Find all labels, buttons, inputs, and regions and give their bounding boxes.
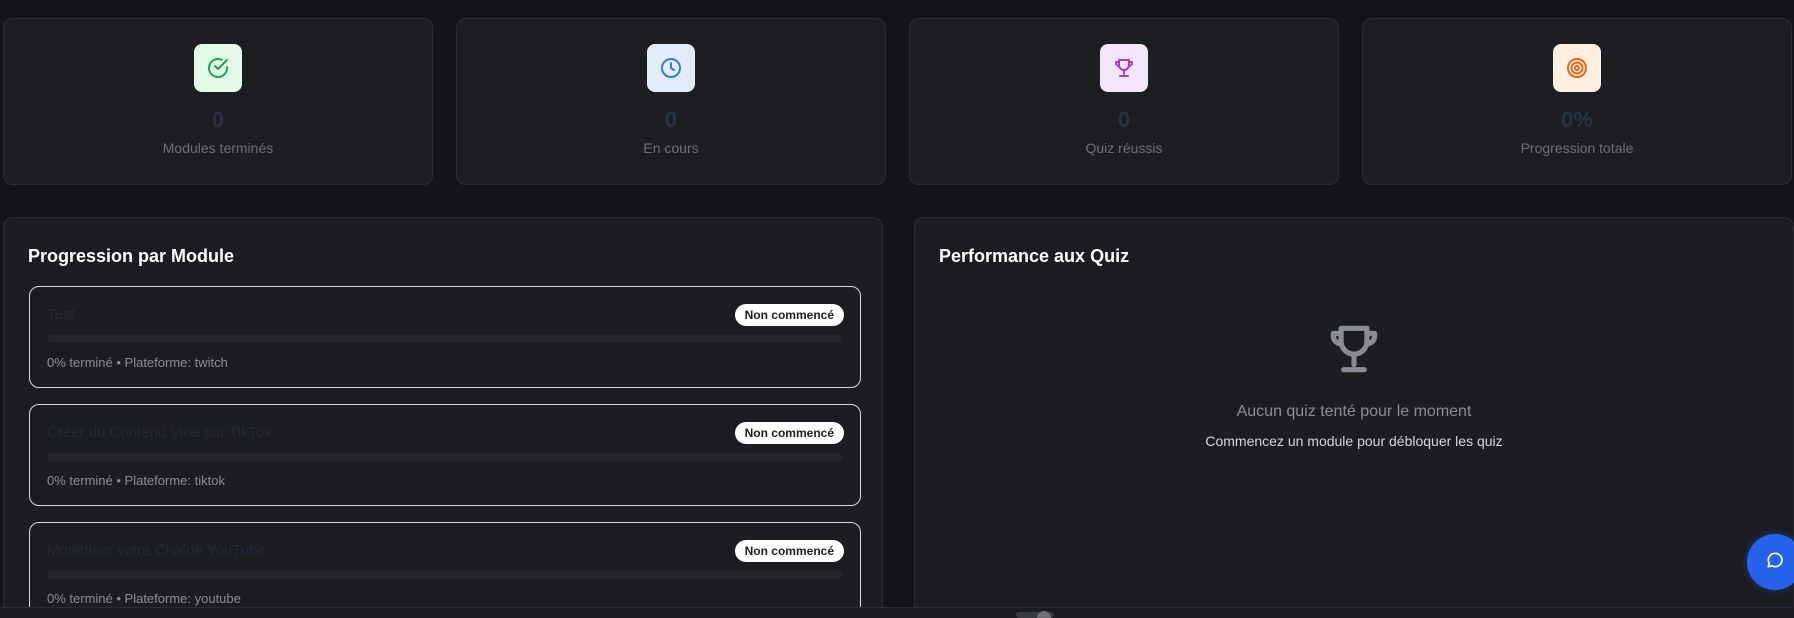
stat-label: Modules terminés [162,140,274,156]
progress-bar [47,571,842,579]
stat-label: En cours [643,140,699,156]
status-badge: Non commencé [734,422,844,444]
trophy-icon [1100,44,1148,92]
empty-state-subtitle: Commencez un module pour débloquer les q… [1205,433,1503,449]
trophy-icon [1323,318,1385,385]
module-title: Créer du Contenu Viral sur TikTok [47,424,272,441]
empty-state-title: Aucun quiz tenté pour le moment [1236,403,1472,420]
status-badge: Non commencé [734,540,844,562]
stat-card-total-progress: 0% Progression totale [1362,18,1792,185]
check-circle-icon [194,44,242,92]
stat-label: Progression totale [1520,140,1634,156]
stat-value: 0% [1561,107,1593,132]
progress-bar [47,453,842,461]
stat-value: 0 [664,107,678,132]
module-meta: 0% terminé • Plateforme: twitch [47,355,228,370]
quiz-performance-panel: Performance aux Quiz Aucun quiz tenté po… [914,217,1794,618]
module-card[interactable]: Monétiser votre Chaîne YouTube Non comme… [29,522,861,618]
stat-card-quiz-passed: 0 Quiz réussis [909,18,1339,185]
target-icon [1553,44,1601,92]
stat-value: 0 [1117,107,1131,132]
clock-icon [647,44,695,92]
panel-title: Progression par Module [28,246,235,266]
stat-card-completed: 0 Modules terminés [3,18,433,185]
stat-value: 0 [211,107,225,132]
module-card[interactable]: Test Non commencé 0% terminé • Plateform… [29,286,861,388]
progress-bar [47,335,842,343]
module-title: Test [47,306,75,323]
chat-button[interactable] [1747,534,1794,590]
stat-card-in-progress: 0 En cours [456,18,886,185]
stats-row: 0 Modules terminés 0 En cours 0 Quiz réu… [3,18,1794,185]
module-meta: 0% terminé • Plateforme: youtube [47,591,241,606]
panel-title: Performance aux Quiz [939,246,1130,266]
empty-state: Aucun quiz tenté pour le moment Commence… [915,318,1793,449]
status-badge: Non commencé [734,304,844,326]
module-progress-panel: Progression par Module Test Non commencé… [3,217,883,618]
module-title: Monétiser votre Chaîne YouTube [47,542,266,559]
module-meta: 0% terminé • Plateforme: tiktok [47,473,225,488]
stat-label: Quiz réussis [1085,140,1163,156]
horizontal-scrollbar[interactable] [0,607,1794,618]
scrollbar-knob[interactable] [1037,611,1051,618]
module-card[interactable]: Créer du Contenu Viral sur TikTok Non co… [29,404,861,506]
chat-bubble-icon [1765,550,1785,575]
